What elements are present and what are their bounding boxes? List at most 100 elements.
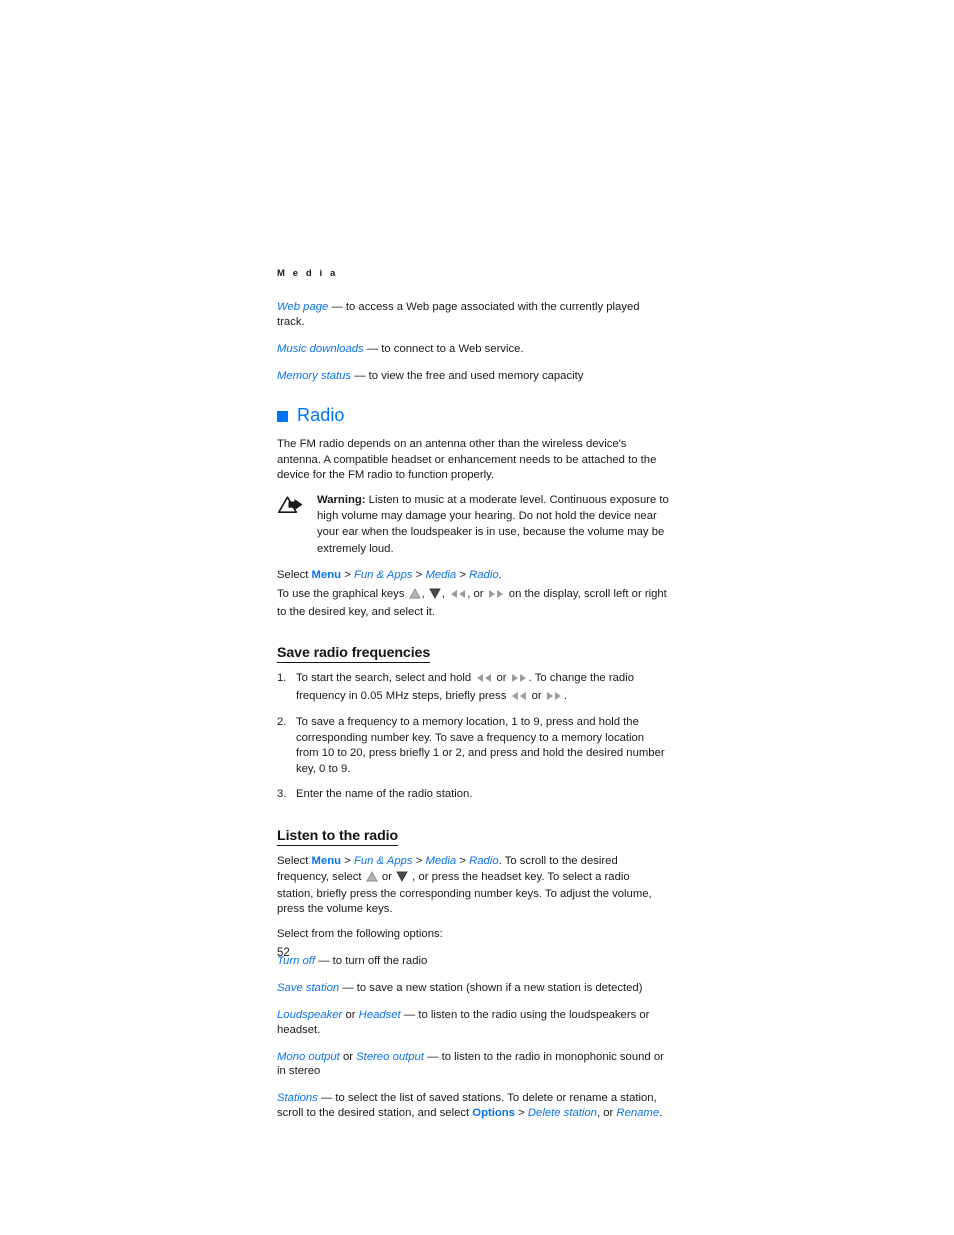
- em-dash: —: [342, 981, 354, 994]
- path-separator: >: [415, 855, 423, 868]
- scroll-up-icon: [408, 588, 421, 604]
- page-title: Radio: [297, 405, 345, 426]
- graphical-keys-text-2: , or: [467, 588, 484, 601]
- scroll-down-icon: [429, 588, 441, 604]
- graphical-keys-comma-1: ,: [421, 588, 425, 601]
- section-heading-radio: Radio: [277, 405, 669, 426]
- path-item-radio[interactable]: Radio: [469, 855, 499, 867]
- media-option-web-page: Web page — to access a Web page associat…: [277, 300, 669, 329]
- warning-triangle-arrow-icon: [277, 492, 307, 519]
- trailing-period: .: [659, 1106, 663, 1119]
- media-option-term: Web page: [277, 301, 329, 313]
- path-item-menu[interactable]: Menu: [312, 855, 342, 867]
- graphical-keys-text-1: To use the graphical keys: [277, 588, 405, 601]
- path-separator: >: [415, 568, 423, 581]
- listen-mid-or: or: [381, 870, 392, 883]
- media-option-term: Memory status: [277, 369, 352, 382]
- delete-station-link[interactable]: Delete station: [528, 1107, 597, 1119]
- list-item: 2. To save a frequency to a memory locat…: [277, 715, 669, 777]
- step-text-or-2: or: [531, 689, 542, 702]
- media-option-music-downloads: Music downloads — to connect to a Web se…: [277, 342, 669, 357]
- blue-square-bullet-icon: [277, 411, 288, 423]
- em-dash: —: [427, 1050, 439, 1063]
- conjunction: , or: [596, 1106, 614, 1119]
- radio-option-save-station: Save station — to save a new station (sh…: [277, 981, 669, 996]
- media-option-description: to view the free and used memory capacit…: [368, 369, 584, 382]
- path-separator: >: [344, 855, 351, 868]
- rename-link[interactable]: Rename: [616, 1107, 659, 1119]
- step-number: 2.: [277, 716, 287, 729]
- path-item-media[interactable]: Media: [425, 855, 456, 867]
- em-dash: —: [354, 369, 366, 382]
- radio-option-term: Stations: [277, 1092, 318, 1105]
- fast-forward-icon: [511, 673, 528, 689]
- document-page: M e d i a Web page — to access a Web pag…: [277, 268, 669, 1121]
- step-number: 1.: [277, 672, 287, 684]
- path-trailing: .: [498, 568, 502, 581]
- path-item-radio[interactable]: Radio: [469, 569, 499, 581]
- warning-text: Warning: Listen to music at a moderate l…: [317, 492, 669, 557]
- listen-intro-paragraph: Select Menu > Fun & Apps > Media > Radio…: [277, 854, 669, 917]
- radio-option-term: Loudspeaker: [277, 1008, 343, 1021]
- em-dash: —: [318, 954, 330, 967]
- radio-option-term-2: Stereo output: [356, 1050, 424, 1063]
- path-item-menu[interactable]: Menu: [312, 569, 342, 581]
- graphical-keys-paragraph: To use the graphical keys , , , or on th…: [277, 587, 669, 619]
- radio-option-term: Mono output: [277, 1050, 340, 1063]
- path-separator: >: [459, 568, 466, 581]
- fast-forward-icon: [546, 691, 563, 707]
- media-option-description: to connect to a Web service.: [381, 342, 524, 355]
- path-separator: >: [344, 568, 351, 581]
- radio-option-term: Save station: [277, 981, 340, 994]
- step-text: To save a frequency to a memory location…: [296, 716, 665, 775]
- em-dash: —: [403, 1008, 416, 1021]
- radio-option-mono-stereo-output: Mono output or Stereo output — to listen…: [277, 1050, 669, 1079]
- step-text: To start the search, select and hold or …: [296, 671, 669, 706]
- radio-option-description: to turn off the radio: [332, 954, 428, 967]
- options-softkey-link[interactable]: Options: [472, 1107, 515, 1119]
- subheading-save-radio-frequencies-wrap: Save radio frequencies: [277, 628, 669, 671]
- path-item-fun-and-apps[interactable]: Fun & Apps: [354, 569, 413, 581]
- warning-block: Warning: Listen to music at a moderate l…: [277, 492, 669, 557]
- rewind-icon: [449, 589, 466, 604]
- list-item: 1. To start the search, select and hold …: [277, 671, 669, 706]
- options-intro: Select from the following options:: [277, 928, 443, 941]
- subheading-save-radio-frequencies: Save radio frequencies: [277, 646, 430, 663]
- path-item-media[interactable]: Media: [425, 569, 456, 581]
- step-text-part1: To start the search, select and hold: [296, 672, 472, 684]
- graphical-keys-comma-2: ,: [441, 588, 446, 601]
- radio-option-description: to save a new station (shown if a new st…: [356, 981, 643, 994]
- rewind-icon: [510, 691, 527, 707]
- subheading-listen-to-the-radio: Listen to the radio: [277, 829, 398, 847]
- rewind-icon: [475, 673, 492, 689]
- step-text-or-1: or: [496, 672, 507, 684]
- media-option-term: Music downloads: [277, 342, 364, 355]
- running-head: M e d i a: [277, 268, 338, 279]
- conjunction: or: [342, 1050, 353, 1063]
- scroll-down-icon: [396, 871, 408, 887]
- radio-option-turn-off: Turn off — to turn off the radio: [277, 954, 669, 969]
- path-item-fun-and-apps[interactable]: Fun & Apps: [354, 855, 413, 867]
- subheading-listen-to-the-radio-wrap: Listen to the radio: [277, 811, 669, 854]
- warning-body: Listen to music at a moderate level. Con…: [317, 493, 669, 555]
- conjunction: or: [345, 1008, 356, 1021]
- radio-option-term-2: Headset: [358, 1008, 401, 1021]
- step-text: Enter the name of the radio station.: [296, 787, 473, 800]
- path-separator: >: [459, 855, 466, 868]
- path-separator: >: [518, 1106, 525, 1119]
- list-item: 3. Enter the name of the radio station.: [277, 787, 669, 803]
- radio-option-loudspeaker-headset: Loudspeaker or Headset — to listen to th…: [277, 1008, 669, 1037]
- page-number: 52: [277, 947, 290, 959]
- select-lead: Select: [277, 855, 309, 868]
- radio-intro-paragraph: The FM radio depends on an antenna other…: [277, 438, 657, 481]
- media-option-memory-status: Memory status — to view the free and use…: [277, 369, 669, 384]
- step-number: 3.: [277, 787, 287, 800]
- step-text-part5: .: [563, 689, 567, 702]
- radio-select-path: Select Menu > Fun & Apps > Media > Radio…: [277, 568, 669, 583]
- save-frequencies-steps: 1. To start the search, select and hold …: [277, 671, 669, 802]
- em-dash: —: [331, 301, 343, 313]
- em-dash: —: [366, 342, 379, 355]
- select-lead: Select: [277, 568, 309, 581]
- em-dash: —: [320, 1092, 333, 1105]
- radio-option-stations: Stations — to select the list of saved s…: [277, 1091, 669, 1120]
